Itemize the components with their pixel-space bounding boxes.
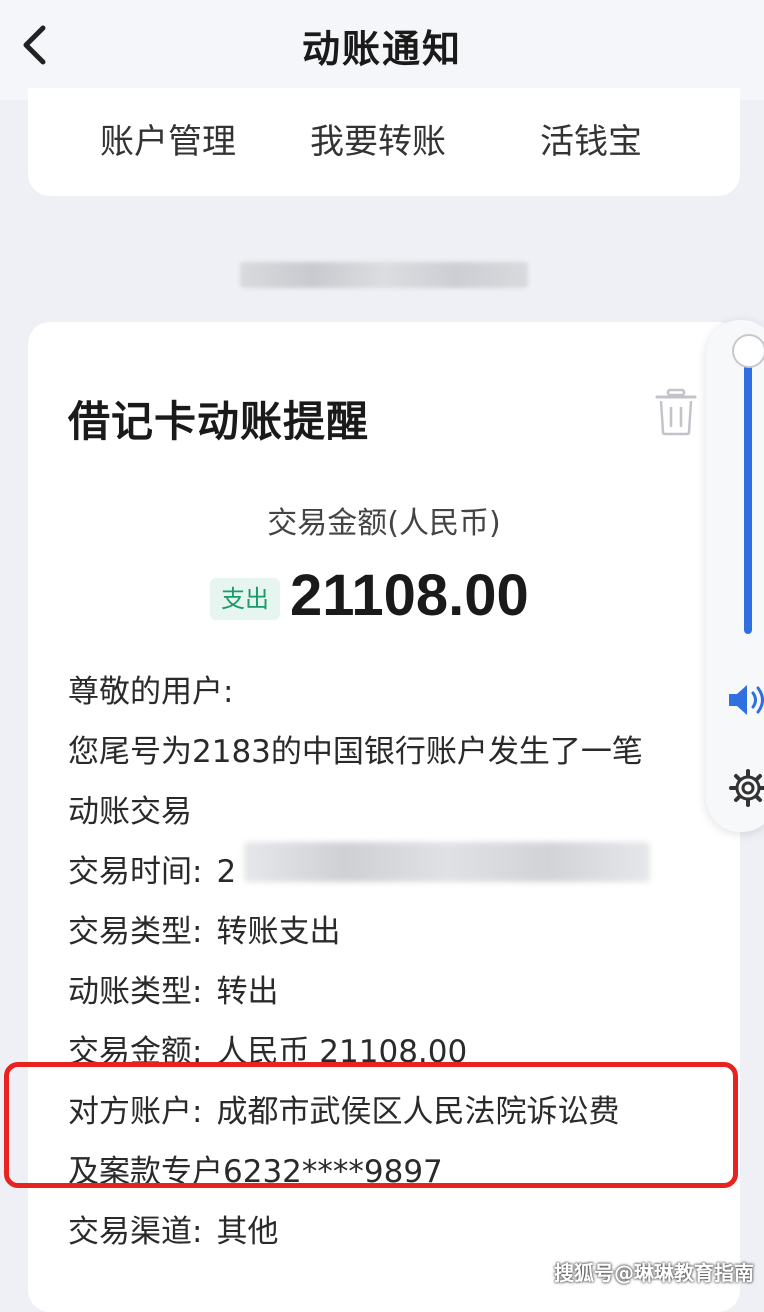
channel-label: 交易渠道: [68,1214,203,1250]
notice-title: 借记卡动账提醒 [68,397,370,446]
volume-panel [706,320,764,832]
time-row: 交易时间: 2 [68,846,236,891]
blurred-date [240,262,528,288]
menu-account-management[interactable]: 账户管理 [100,114,236,163]
volume-slider-track[interactable] [744,364,752,634]
gear-icon[interactable] [728,768,764,808]
page-title: 动账通知 [301,27,462,71]
speaker-icon[interactable] [726,680,764,720]
message-line-2: 动账交易 [68,794,192,830]
time-label: 交易时间: [68,854,203,890]
channel-value: 其他 [216,1214,279,1250]
blurred-time [244,842,650,882]
type-row: 交易类型: 转账支出 [68,906,340,951]
amount-label: 交易金额(人民币) [267,506,501,541]
top-bar: 动账通知 [0,0,764,100]
volume-slider-knob[interactable] [732,334,764,368]
trash-icon[interactable] [654,388,698,436]
type-value: 转账支出 [216,914,341,950]
amount-value: 21108.00 [290,563,529,628]
move-type-row: 动账类型: 转出 [68,966,278,1011]
type-label: 交易类型: [68,914,203,950]
counterparty-highlight-box [4,1062,738,1188]
menu-transfer[interactable]: 我要转账 [310,114,446,163]
move-type-label: 动账类型: [68,974,203,1010]
watermark: 搜狐号@琳琳教育指南 [554,1261,754,1285]
greeting: 尊敬的用户: [68,674,234,710]
quick-menu: 账户管理 我要转账 活钱宝 [28,88,740,196]
move-type-value: 转出 [216,974,279,1010]
menu-huoqianbao[interactable]: 活钱宝 [540,114,642,163]
direction-badge: 支出 [210,578,280,620]
time-value: 2 [216,854,237,890]
message-line-1: 您尾号为2183的中国银行账户发生了一笔 [68,734,643,770]
channel-row: 交易渠道: 其他 [68,1206,278,1251]
